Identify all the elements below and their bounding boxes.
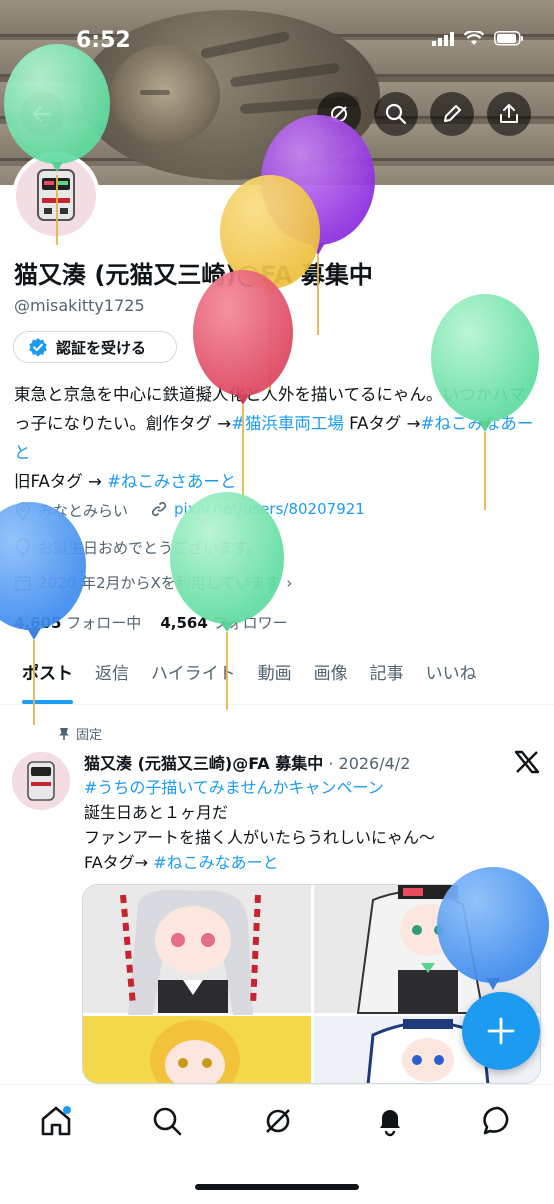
- edit-button[interactable]: [430, 92, 474, 136]
- calendar-icon: [15, 574, 31, 591]
- verify-button-label: 認証を受ける: [56, 338, 147, 357]
- nav-messages[interactable]: [478, 1101, 518, 1141]
- post-text: #うちの子描いてみませんかキャンペーン 誕生日あと１ヶ月だ ファンアートを描く人…: [84, 778, 436, 872]
- search-icon: [385, 103, 407, 125]
- pinned-indicator: 固定: [58, 724, 102, 743]
- tab-replies[interactable]: 返信: [95, 648, 129, 704]
- profile-handle: @misakitty1725: [14, 296, 145, 315]
- battery-icon: [494, 31, 523, 46]
- grok-icon: [266, 1109, 290, 1133]
- post-header: 猫又湊 (元猫又三崎)@FA 募集中 · 2026/4/2: [84, 750, 410, 774]
- home-indicator: [195, 1184, 359, 1190]
- home-icon: [41, 1106, 71, 1136]
- profile-location: みなとみらい: [14, 500, 128, 521]
- tab-articles[interactable]: 記事: [370, 648, 404, 704]
- hashtag-link[interactable]: #ねこみなあーと: [153, 853, 278, 872]
- compose-button[interactable]: [462, 992, 540, 1070]
- status-time: 6:52: [76, 28, 131, 53]
- grok-icon: [331, 106, 347, 122]
- pin-icon: [59, 727, 69, 740]
- followers-count[interactable]: 4,564: [160, 614, 207, 632]
- back-button[interactable]: [20, 92, 64, 136]
- balloon-icon: [16, 537, 30, 557]
- back-arrow-icon: [32, 105, 52, 123]
- share-icon: [500, 104, 518, 123]
- plus-icon: [487, 1017, 515, 1045]
- profile-bio: 東急と京急を中心に鉄道擬人化と人外を描いてるにゃん。いつかハマっ子になりたい。創…: [14, 385, 534, 491]
- chevron-right-icon: ›: [286, 573, 293, 592]
- chat-icon: [483, 1106, 509, 1135]
- following-count[interactable]: 4,605: [14, 614, 61, 632]
- bell-icon: [380, 1110, 400, 1137]
- post-date[interactable]: · 2026/4/2: [328, 754, 410, 773]
- profile-birthday: お誕生日おめでとうございます。: [14, 537, 262, 558]
- share-button[interactable]: [487, 92, 531, 136]
- hashtag-link[interactable]: #猫浜車両工場: [231, 414, 344, 433]
- tab-likes[interactable]: いいね: [426, 648, 477, 704]
- hashtag-link[interactable]: #うちの子描いてみませんかキャンペーン: [84, 778, 384, 797]
- follow-counts[interactable]: 4,605 フォロー中 4,564 フォロワー: [14, 612, 288, 633]
- nav-grok[interactable]: [258, 1101, 298, 1141]
- link-icon: [151, 501, 167, 517]
- profile-tabs: ポスト 返信 ハイライト 動画 画像 記事 いいね: [0, 648, 554, 705]
- x-logo-icon: [514, 750, 540, 774]
- profile-name: 猫又湊 (元猫又三崎)@FA 募集中: [14, 261, 373, 289]
- nav-explore[interactable]: [147, 1101, 187, 1141]
- location-icon: [16, 501, 30, 520]
- wifi-icon: [464, 31, 484, 45]
- nav-notifications[interactable]: [370, 1101, 410, 1141]
- signal-icon: [432, 31, 454, 46]
- post-avatar[interactable]: [12, 752, 70, 810]
- verified-badge-icon: [29, 338, 47, 357]
- nav-home[interactable]: [36, 1101, 76, 1141]
- explore-icon: [153, 1107, 182, 1136]
- post-author[interactable]: 猫又湊 (元猫又三崎)@FA 募集中: [84, 754, 323, 773]
- edit-icon: [444, 105, 461, 122]
- search-button[interactable]: [374, 92, 418, 136]
- tab-highlights[interactable]: ハイライト: [151, 648, 236, 704]
- profile-joined: 2020 年2月からXを利用しています ›: [14, 572, 292, 593]
- verify-button[interactable]: 認証を受ける: [13, 331, 177, 363]
- grok-button[interactable]: [317, 92, 361, 136]
- tab-videos[interactable]: 動画: [258, 648, 292, 704]
- tab-media[interactable]: 画像: [314, 648, 348, 704]
- tab-posts[interactable]: ポスト: [22, 648, 73, 704]
- profile-website[interactable]: pixiv.net/users/80207921: [150, 500, 365, 518]
- profile-avatar[interactable]: [12, 152, 100, 240]
- status-icons: [432, 31, 524, 46]
- hashtag-link[interactable]: #ねこみさあーと: [107, 472, 236, 491]
